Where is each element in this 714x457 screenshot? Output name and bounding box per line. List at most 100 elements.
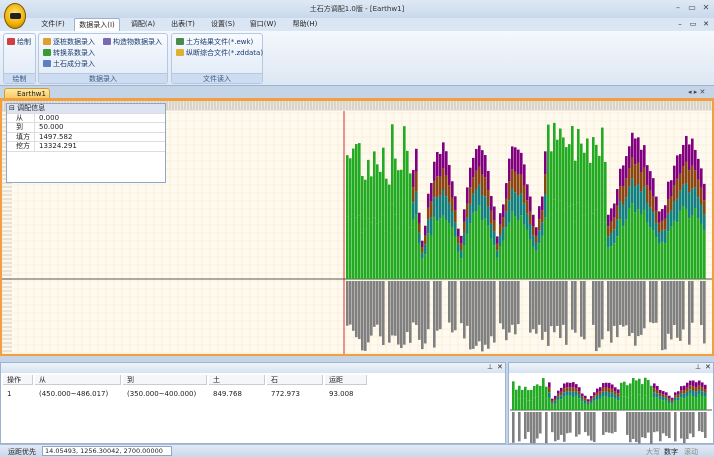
fill-layer bbox=[544, 151, 547, 175]
fill-layer bbox=[596, 392, 599, 396]
menu-window[interactable]: 窗口(W) bbox=[246, 18, 280, 31]
col-header-rock[interactable]: 石 bbox=[267, 375, 323, 385]
table-cell[interactable]: 772.973 bbox=[267, 389, 300, 399]
minimize-button[interactable]: – bbox=[672, 2, 684, 14]
fill-layer bbox=[590, 401, 593, 404]
fill-layer bbox=[412, 202, 415, 220]
fill-layer bbox=[628, 146, 631, 169]
fill-bar bbox=[565, 207, 568, 279]
close-icon[interactable]: ✕ bbox=[705, 363, 711, 371]
cut-bar bbox=[680, 412, 683, 439]
fill-layer bbox=[484, 155, 487, 178]
mdi-minimize-button[interactable]: – bbox=[675, 18, 685, 31]
fill-bar bbox=[685, 208, 688, 279]
fill-bar bbox=[505, 227, 508, 279]
cut-bar bbox=[364, 281, 367, 351]
col-header-op[interactable]: 操作 bbox=[3, 375, 33, 385]
fill-bar bbox=[382, 147, 385, 215]
fill-layer bbox=[475, 148, 478, 171]
profile-file-button[interactable]: 纵断综合文件(*.zddata) bbox=[176, 48, 263, 58]
fill-bar bbox=[493, 245, 496, 279]
fill-bar bbox=[572, 397, 575, 410]
fill-bar bbox=[352, 148, 355, 215]
fill-layer bbox=[505, 211, 508, 228]
cut-bar bbox=[587, 412, 590, 436]
menu-file[interactable]: 文件(F) bbox=[36, 18, 70, 31]
draw-button[interactable]: 绘制 bbox=[7, 37, 31, 47]
collapse-icon[interactable]: ⊟ bbox=[7, 104, 15, 112]
menu-data-input[interactable]: 数据录入(I) bbox=[74, 18, 120, 31]
fill-layer bbox=[631, 132, 634, 158]
fill-bar bbox=[574, 221, 577, 279]
table-cell[interactable]: 93.008 bbox=[325, 389, 354, 399]
fill-layer bbox=[460, 250, 463, 259]
fill-bar bbox=[601, 127, 604, 200]
fill-layer bbox=[698, 380, 701, 386]
fill-layer bbox=[613, 203, 616, 218]
tab-nav-arrows[interactable]: ◂ ▸ ✕ bbox=[688, 88, 705, 96]
structure-data-button[interactable]: 构造物数据录入 bbox=[103, 37, 162, 47]
fill-layer bbox=[557, 396, 560, 400]
col-header-soil[interactable]: 土 bbox=[209, 375, 265, 385]
fill-bar bbox=[610, 246, 613, 279]
cut-bar bbox=[376, 281, 379, 325]
table-cell[interactable]: (350.000~400.000) bbox=[123, 389, 196, 399]
pin-icon[interactable]: ⊥ bbox=[487, 363, 493, 371]
fill-layer bbox=[662, 391, 665, 395]
fill-layer bbox=[677, 397, 680, 401]
fill-layer bbox=[418, 223, 421, 233]
earthwork-file-button[interactable]: 土方结果文件(*.ewk) bbox=[176, 37, 253, 47]
cut-bar bbox=[529, 281, 532, 333]
fill-layer bbox=[581, 396, 584, 399]
cut-bar bbox=[487, 281, 490, 349]
menu-output[interactable]: 出表(T) bbox=[166, 18, 200, 31]
fill-layer bbox=[607, 226, 610, 237]
fill-bar bbox=[700, 223, 703, 279]
menu-help[interactable]: 帮助(H) bbox=[288, 18, 322, 31]
fill-layer bbox=[584, 400, 587, 404]
cut-bar bbox=[703, 281, 706, 344]
mdi-restore-button[interactable]: ▭ bbox=[688, 18, 698, 31]
fill-layer bbox=[679, 173, 682, 191]
fill-layer bbox=[695, 391, 698, 397]
close-button[interactable]: ✕ bbox=[700, 2, 712, 14]
menu-settings[interactable]: 设置(S) bbox=[206, 18, 240, 31]
overview-diagram[interactable] bbox=[510, 374, 712, 444]
pin-icon[interactable]: ⊥ bbox=[695, 363, 701, 371]
fill-layer bbox=[584, 398, 587, 401]
col-header-from[interactable]: 从 bbox=[35, 375, 121, 385]
pile-data-input-button[interactable]: 逐桩数据录入 bbox=[43, 37, 95, 47]
fill-layer bbox=[469, 167, 472, 188]
info-panel-title[interactable]: ⊟ 调配信息 bbox=[7, 104, 165, 114]
close-icon[interactable]: ✕ bbox=[497, 363, 503, 371]
fill-bar bbox=[400, 221, 403, 279]
table-cell[interactable]: 849.768 bbox=[209, 389, 242, 399]
fill-layer bbox=[658, 232, 661, 244]
fill-bar bbox=[346, 216, 349, 279]
col-header-to[interactable]: 到 bbox=[123, 375, 207, 385]
table-cell[interactable]: 1 bbox=[3, 389, 11, 399]
fill-layer bbox=[430, 183, 433, 202]
cut-bar bbox=[650, 412, 653, 444]
conversion-factor-button[interactable]: 转换系数录入 bbox=[43, 48, 95, 58]
cut-bar bbox=[533, 412, 536, 444]
mdi-close-button[interactable]: ✕ bbox=[701, 18, 711, 31]
table-cell[interactable]: (450.000~486.017) bbox=[35, 389, 108, 399]
fill-layer bbox=[691, 138, 694, 166]
fill-layer bbox=[578, 394, 581, 399]
fill-bar bbox=[508, 222, 511, 279]
fill-layer bbox=[688, 144, 691, 171]
app-logo-icon[interactable] bbox=[4, 3, 26, 29]
soil-rock-input-button[interactable]: 土石成分录入 bbox=[43, 59, 95, 69]
fill-layer bbox=[665, 397, 668, 401]
fill-layer bbox=[490, 210, 493, 224]
fill-layer bbox=[703, 183, 706, 201]
fill-bar bbox=[403, 197, 406, 279]
allocation-info-panel: ⊟ 调配信息 从 0.000 到 50.000 填方 1497.582 挖方 13324… bbox=[6, 103, 166, 183]
maximize-button[interactable]: ▭ bbox=[686, 2, 698, 14]
col-header-distance[interactable]: 运距 bbox=[325, 375, 367, 385]
menu-allocate[interactable]: 调配(A) bbox=[126, 18, 160, 31]
conversion-icon bbox=[43, 49, 51, 56]
fill-layer bbox=[484, 177, 487, 197]
fill-bar bbox=[553, 199, 556, 279]
